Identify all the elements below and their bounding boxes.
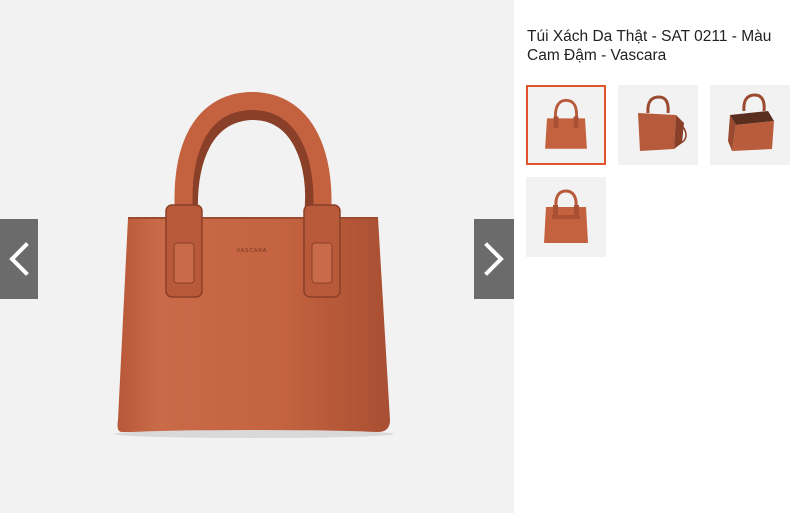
thumbnail-open-top[interactable] <box>710 85 790 165</box>
thumbnail-image <box>638 95 687 151</box>
bag-brand-mark: VASCARA <box>237 248 268 254</box>
thumbnail-image <box>728 93 774 151</box>
main-product-image: VASCARA <box>114 91 394 438</box>
prev-image-button[interactable] <box>0 219 38 299</box>
next-image-button[interactable] <box>474 219 514 299</box>
thumbnail-image <box>545 98 587 149</box>
product-title: Túi Xách Da Thật - SAT 0211 - Màu Cam Đậ… <box>527 28 772 64</box>
thumbnail-image <box>544 189 588 243</box>
thumbnail-back[interactable] <box>526 177 606 257</box>
chevron-right-icon <box>484 242 504 276</box>
product-image-viewer: VASCARA <box>0 0 514 513</box>
thumbnail-front[interactable] <box>526 85 606 165</box>
product-info: Túi Xách Da Thật - SAT 0211 - Màu Cam Đậ… <box>527 27 802 65</box>
thumbnail-angled[interactable] <box>618 85 698 165</box>
chevron-left-icon <box>9 242 29 276</box>
